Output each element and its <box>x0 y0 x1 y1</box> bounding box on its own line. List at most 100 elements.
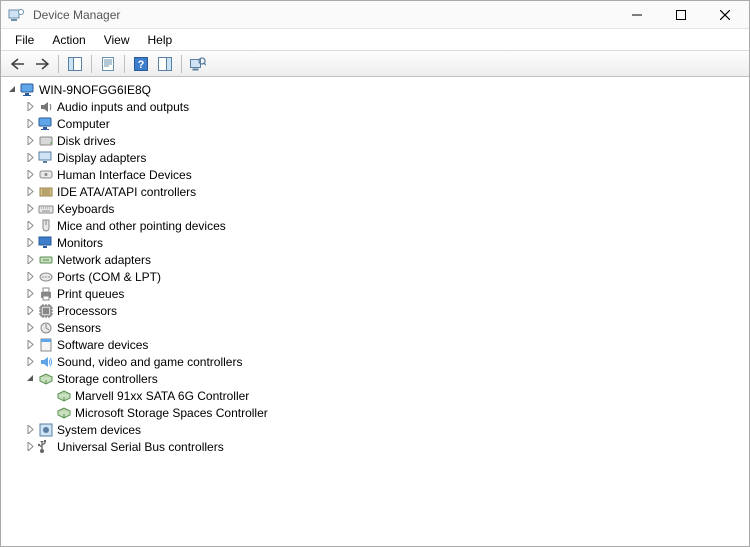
tree-item-label: Ports (COM & LPT) <box>57 270 161 284</box>
forward-button[interactable] <box>31 53 53 75</box>
cpu-icon <box>38 303 54 319</box>
tree-item[interactable]: Display adapters <box>23 149 745 166</box>
tree-item[interactable]: Software devices <box>23 336 745 353</box>
computer-icon <box>38 116 54 132</box>
menubar: File Action View Help <box>1 28 749 50</box>
tree-item[interactable]: Universal Serial Bus controllers <box>23 438 745 455</box>
tree-item-label: Print queues <box>57 287 124 301</box>
monitor-icon <box>38 235 54 251</box>
collapse-icon[interactable] <box>23 372 37 386</box>
expand-icon[interactable] <box>23 236 37 250</box>
tree-item-label: Audio inputs and outputs <box>57 100 189 114</box>
tree-item[interactable]: Storage controllers <box>23 370 745 387</box>
expand-icon[interactable] <box>23 202 37 216</box>
tree-item[interactable]: Network adapters <box>23 251 745 268</box>
network-icon <box>38 252 54 268</box>
tree-item[interactable]: System devices <box>23 421 745 438</box>
menu-view[interactable]: View <box>96 31 138 49</box>
tree-item[interactable]: Human Interface Devices <box>23 166 745 183</box>
tree-item-label: Disk drives <box>57 134 116 148</box>
computer-icon <box>20 82 36 98</box>
storage-icon <box>56 405 72 421</box>
expand-icon[interactable] <box>23 117 37 131</box>
tree-item-label: WIN-9NOFGG6IE8Q <box>39 83 151 97</box>
expand-icon[interactable] <box>23 321 37 335</box>
help-button[interactable]: ? <box>130 53 152 75</box>
expand-icon[interactable] <box>23 304 37 318</box>
action-pane-button[interactable] <box>154 53 176 75</box>
app-icon <box>8 7 24 23</box>
tree-item-label: Mice and other pointing devices <box>57 219 226 233</box>
expand-icon[interactable] <box>23 253 37 267</box>
printer-icon <box>38 286 54 302</box>
svg-text:?: ? <box>138 59 145 71</box>
maximize-button[interactable] <box>659 1 703 28</box>
titlebar: Device Manager <box>1 1 749 28</box>
sensor-icon <box>38 320 54 336</box>
tree-item[interactable]: WIN-9NOFGG6IE8Q <box>5 81 745 98</box>
expand-icon[interactable] <box>23 338 37 352</box>
tree-item-label: Processors <box>57 304 117 318</box>
menu-help[interactable]: Help <box>140 31 181 49</box>
tree-item[interactable]: Sound, video and game controllers <box>23 353 745 370</box>
back-button[interactable] <box>7 53 29 75</box>
toolbar: ? <box>1 50 749 77</box>
tree-item-label: IDE ATA/ATAPI controllers <box>57 185 196 199</box>
tree-item[interactable]: Monitors <box>23 234 745 251</box>
tree-item[interactable]: Sensors <box>23 319 745 336</box>
tree-item-label: Sensors <box>57 321 101 335</box>
console-tree-button[interactable] <box>64 53 86 75</box>
expand-icon[interactable] <box>23 270 37 284</box>
tree-item[interactable]: Print queues <box>23 285 745 302</box>
menu-action[interactable]: Action <box>44 31 93 49</box>
toolbar-separator <box>124 55 125 73</box>
tree-item-label: Network adapters <box>57 253 151 267</box>
expand-icon[interactable] <box>23 168 37 182</box>
expand-icon[interactable] <box>23 287 37 301</box>
toolbar-separator <box>91 55 92 73</box>
storage-icon <box>38 371 54 387</box>
expand-icon[interactable] <box>23 185 37 199</box>
audio-icon <box>38 99 54 115</box>
port-icon <box>38 269 54 285</box>
tree-item[interactable]: Processors <box>23 302 745 319</box>
expand-icon[interactable] <box>23 134 37 148</box>
storage-icon <box>56 388 72 404</box>
menu-file[interactable]: File <box>7 31 42 49</box>
tree-item[interactable]: Computer <box>23 115 745 132</box>
disk-icon <box>38 133 54 149</box>
tree-item[interactable]: Ports (COM & LPT) <box>23 268 745 285</box>
tree-item-label: Storage controllers <box>57 372 158 386</box>
minimize-button[interactable] <box>615 1 659 28</box>
sound-icon <box>38 354 54 370</box>
tree-item-label: Software devices <box>57 338 148 352</box>
mouse-icon <box>38 218 54 234</box>
display-icon <box>38 150 54 166</box>
tree-item[interactable]: Audio inputs and outputs <box>23 98 745 115</box>
toolbar-separator <box>181 55 182 73</box>
device-tree-pane: WIN-9NOFGG6IE8Q Audio inputs and outputsC… <box>1 77 749 546</box>
hid-icon <box>38 167 54 183</box>
tree-item[interactable]: Keyboards <box>23 200 745 217</box>
tree-item-label: Display adapters <box>57 151 146 165</box>
tree-item[interactable]: Marvell 91xx SATA 6G Controller <box>41 387 745 404</box>
properties-button[interactable] <box>97 53 119 75</box>
expand-icon[interactable] <box>23 355 37 369</box>
tree-item[interactable]: Mice and other pointing devices <box>23 217 745 234</box>
tree-item[interactable]: Microsoft Storage Spaces Controller <box>41 404 745 421</box>
expand-icon[interactable] <box>23 100 37 114</box>
collapse-icon[interactable] <box>5 83 19 97</box>
close-button[interactable] <box>703 1 747 28</box>
tree-item-label: Sound, video and game controllers <box>57 355 242 369</box>
tree-item[interactable]: Disk drives <box>23 132 745 149</box>
expand-icon[interactable] <box>23 423 37 437</box>
system-icon <box>38 422 54 438</box>
tree-item[interactable]: IDE ATA/ATAPI controllers <box>23 183 745 200</box>
keyboard-icon <box>38 201 54 217</box>
expand-icon[interactable] <box>23 219 37 233</box>
expand-icon[interactable] <box>23 440 37 454</box>
expand-icon[interactable] <box>23 151 37 165</box>
tree-item-label: Human Interface Devices <box>57 168 192 182</box>
software-icon <box>38 337 54 353</box>
scan-hardware-button[interactable] <box>187 53 209 75</box>
